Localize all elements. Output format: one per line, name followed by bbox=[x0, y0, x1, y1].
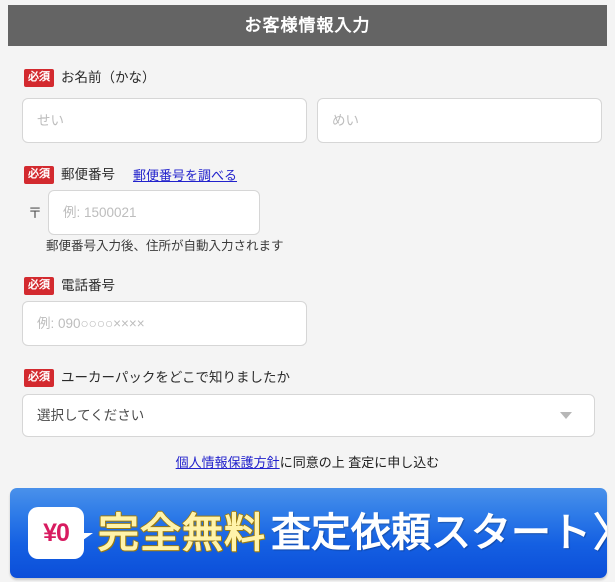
form-page: お客様情報入力 必須 お名前（かな） 必須 郵便番号 郵便番号を調べる 〒 郵便… bbox=[0, 0, 615, 582]
source-select-value: 選択してください bbox=[37, 407, 145, 423]
field-name-label-row: 必須 お名前（かな） bbox=[0, 68, 615, 88]
privacy-policy-link[interactable]: 個人情報保護方針 bbox=[176, 455, 280, 470]
cta-free-label: 完全無料 bbox=[98, 509, 266, 556]
source-select[interactable]: 選択してください bbox=[22, 394, 595, 437]
cta-text-wrap: 完全無料 査定依頼スタート 〉 bbox=[98, 509, 607, 556]
first-name-input[interactable] bbox=[317, 98, 602, 143]
required-badge: 必須 bbox=[24, 166, 54, 184]
field-name-label: お名前（かな） bbox=[61, 70, 156, 86]
submit-assessment-button[interactable]: ¥0 完全無料 査定依頼スタート 〉 bbox=[10, 488, 607, 578]
field-source-label: ユーカーパックをどこで知りましたか bbox=[61, 370, 290, 386]
yen-zero-badge-icon: ¥0 bbox=[28, 507, 93, 559]
required-badge: 必須 bbox=[24, 277, 54, 295]
name-input-row bbox=[22, 98, 602, 143]
last-name-input[interactable] bbox=[22, 98, 307, 143]
chevron-down-icon bbox=[560, 412, 572, 419]
postal-lookup-link[interactable]: 郵便番号を調べる bbox=[133, 169, 237, 182]
field-postal-label: 郵便番号 bbox=[61, 167, 115, 183]
telephone-input[interactable] bbox=[22, 301, 307, 346]
cta-main-label: 査定依頼スタート bbox=[271, 511, 591, 555]
postal-input-row: 〒 bbox=[22, 190, 260, 235]
field-source-label-row: 必須 ユーカーパックをどこで知りましたか bbox=[0, 368, 615, 388]
field-postal: 必須 郵便番号 郵便番号を調べる bbox=[0, 165, 615, 185]
required-badge: 必須 bbox=[24, 369, 54, 387]
required-badge: 必須 bbox=[24, 69, 54, 87]
page-title: お客様情報入力 bbox=[244, 16, 371, 35]
field-source: 必須 ユーカーパックをどこで知りましたか bbox=[0, 368, 615, 388]
field-tel-label: 電話番号 bbox=[61, 278, 115, 294]
source-select-wrap: 選択してください bbox=[22, 394, 595, 437]
postal-code-input[interactable] bbox=[48, 190, 260, 235]
field-postal-label-row: 必須 郵便番号 郵便番号を調べる bbox=[0, 165, 615, 185]
agreement-rest-text: に同意の上 査定に申し込む bbox=[279, 455, 440, 470]
yen-zero-badge-label: ¥0 bbox=[43, 518, 70, 547]
field-name: 必須 お名前（かな） bbox=[0, 68, 615, 88]
field-tel: 必須 電話番号 bbox=[0, 276, 615, 296]
agreement-line: 個人情報保護方針に同意の上 査定に申し込む bbox=[0, 456, 615, 469]
section-header: お客様情報入力 bbox=[8, 5, 607, 46]
chevron-right-icon: 〉 bbox=[593, 513, 607, 553]
postal-helper-text: 郵便番号入力後、住所が自動入力されます bbox=[46, 239, 284, 253]
postal-mark-icon: 〒 bbox=[28, 204, 42, 221]
field-tel-label-row: 必須 電話番号 bbox=[0, 276, 615, 296]
